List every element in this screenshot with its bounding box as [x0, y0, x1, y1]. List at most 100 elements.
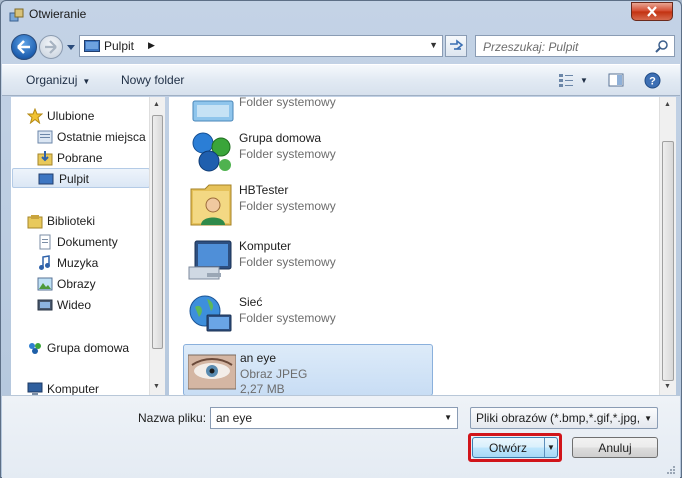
- search-input[interactable]: Przeszukaj: Pulpit: [483, 40, 578, 54]
- arrow-right-icon: [45, 40, 57, 54]
- homegroup-icon: [192, 132, 231, 172]
- file-type: Folder systemowy: [239, 255, 336, 269]
- sidebar-item-computer[interactable]: Komputer: [27, 379, 165, 395]
- command-bar: Organizuj ▼ Nowy folder ▼ ?: [2, 64, 680, 96]
- chevron-down-icon[interactable]: ▼: [444, 413, 452, 422]
- svg-text:?: ?: [649, 76, 656, 88]
- help-icon[interactable]: ?: [644, 72, 661, 89]
- search-icon[interactable]: [655, 39, 669, 53]
- app-icon: [9, 8, 24, 22]
- sidebar-item-documents[interactable]: Dokumenty: [37, 232, 165, 252]
- refresh-icon: [450, 39, 464, 50]
- search-box[interactable]: Przeszukaj: Pulpit: [475, 35, 675, 57]
- sidebar-item-video[interactable]: Wideo: [37, 295, 165, 315]
- address-location[interactable]: Pulpit: [104, 39, 134, 53]
- history-dropdown-icon[interactable]: [65, 41, 77, 53]
- bottom-panel: Nazwa pliku: an eye ▼ Pliki obrazów (*.b…: [2, 395, 680, 478]
- list-item[interactable]: HBTester Folder systemowy: [183, 177, 433, 229]
- preview-pane-icon[interactable]: [608, 72, 624, 88]
- list-item[interactable]: Sieć Folder systemowy: [183, 289, 433, 341]
- sidebar-item-desktop[interactable]: Pulpit: [12, 168, 150, 188]
- file-type-filter[interactable]: Pliki obrazów (*.bmp,*.gif,*.jpg, ▼: [470, 407, 658, 429]
- new-folder-button[interactable]: Nowy folder: [121, 73, 184, 87]
- file-type: Obraz JPEG: [240, 367, 308, 381]
- file-type: Folder systemowy: [239, 311, 336, 325]
- sidebar-item-favorites[interactable]: Ulubione: [27, 106, 165, 126]
- title-bar: Otwieranie: [1, 1, 681, 29]
- file-type: Folder systemowy: [239, 97, 336, 109]
- filter-value: Pliki obrazów (*.bmp,*.gif,*.jpg,: [476, 411, 640, 425]
- user-folder-icon: [190, 184, 232, 226]
- sidebar-item-label: Obrazy: [57, 277, 96, 291]
- navigation-scrollbar[interactable]: ▲ ▼: [149, 97, 165, 395]
- split-divider: [544, 438, 545, 457]
- sidebar-item-label: Pobrane: [57, 151, 103, 165]
- scrollbar-thumb[interactable]: [662, 141, 674, 381]
- organize-button[interactable]: Organizuj ▼: [26, 73, 90, 87]
- view-options-icon[interactable]: [558, 72, 574, 88]
- back-button[interactable]: [11, 34, 37, 60]
- filename-field[interactable]: an eye ▼: [210, 407, 458, 429]
- documents-icon: [39, 234, 51, 250]
- file-type: Folder systemowy: [239, 199, 336, 213]
- navigation-pane: Ulubione Ostatnie miejsca Pobrane Pulpit…: [11, 97, 165, 395]
- sidebar-item-label: Ulubione: [47, 109, 95, 123]
- computer-icon: [27, 382, 43, 395]
- sidebar-item-libraries[interactable]: Biblioteki: [27, 211, 165, 231]
- file-name: an eye: [240, 351, 277, 365]
- chevron-down-icon: ▼: [82, 77, 91, 86]
- filename-label: Nazwa pliku:: [138, 411, 207, 425]
- image-thumbnail: [188, 354, 236, 390]
- resize-grip-icon[interactable]: [666, 465, 676, 475]
- sidebar-item-label: Pulpit: [59, 172, 90, 186]
- close-icon: [647, 6, 657, 17]
- arrow-left-icon: [17, 40, 30, 54]
- scroll-up-arrow-icon[interactable]: ▲: [664, 101, 671, 108]
- file-name: Grupa domowa: [239, 131, 322, 145]
- close-button[interactable]: [631, 2, 673, 21]
- computer-icon: [188, 240, 232, 280]
- network-icon: [189, 295, 232, 332]
- desktop-icon: [38, 173, 54, 185]
- forward-button[interactable]: [39, 35, 63, 59]
- breadcrumb-chevron-icon[interactable]: ▶: [148, 40, 155, 51]
- sidebar-item-label: Ostatnie miejsca: [57, 130, 146, 144]
- open-options-arrow-icon[interactable]: ▼: [547, 443, 555, 452]
- sidebar-item-pictures[interactable]: Obrazy: [37, 274, 165, 294]
- scroll-up-arrow-icon[interactable]: ▲: [153, 101, 160, 108]
- scroll-down-arrow-icon[interactable]: ▼: [153, 383, 160, 390]
- downloads-icon: [37, 151, 53, 166]
- sidebar-item-homegroup[interactable]: Grupa domowa: [27, 338, 165, 358]
- address-bar[interactable]: Pulpit ▶ ▼: [79, 35, 443, 57]
- file-list: Folder systemowy Grupa domowa Folder sys…: [169, 97, 659, 395]
- window-title: Otwieranie: [29, 7, 87, 21]
- system-folder-icon: [192, 100, 234, 122]
- address-dropdown-icon[interactable]: ▼: [429, 40, 438, 50]
- refresh-button[interactable]: [445, 35, 467, 57]
- file-type: Folder systemowy: [239, 147, 336, 161]
- sidebar-item-label: Komputer: [47, 382, 100, 395]
- sidebar-item-music[interactable]: Muzyka: [37, 253, 165, 273]
- filename-value[interactable]: an eye: [216, 411, 252, 425]
- scroll-down-arrow-icon[interactable]: ▼: [664, 383, 671, 390]
- file-name: HBTester: [239, 183, 289, 197]
- list-item[interactable]: Grupa domowa Folder systemowy: [183, 125, 433, 177]
- organize-label: Organizuj: [26, 73, 78, 87]
- open-button-label: Otwórz: [488, 441, 527, 455]
- open-button[interactable]: Otwórz ▼: [472, 437, 558, 458]
- chevron-down-icon: ▼: [644, 414, 652, 423]
- list-item[interactable]: Komputer Folder systemowy: [183, 233, 433, 285]
- sidebar-item-downloads[interactable]: Pobrane: [37, 148, 165, 168]
- file-list-scrollbar[interactable]: ▲ ▼: [659, 97, 676, 395]
- recent-places-icon: [37, 130, 53, 144]
- sidebar-item-recent-places[interactable]: Ostatnie miejsca: [37, 127, 165, 147]
- cancel-button[interactable]: Anuluj: [572, 437, 658, 458]
- list-item-selected[interactable]: an eye Obraz JPEG 2,27 MB: [183, 344, 433, 395]
- sidebar-item-label: Biblioteki: [47, 214, 96, 228]
- scrollbar-thumb[interactable]: [152, 115, 163, 349]
- video-icon: [37, 299, 53, 311]
- homegroup-icon: [29, 343, 41, 354]
- file-size: 2,27 MB: [240, 382, 285, 395]
- list-item[interactable]: Folder systemowy: [183, 97, 433, 125]
- view-dropdown-icon[interactable]: ▼: [580, 76, 588, 85]
